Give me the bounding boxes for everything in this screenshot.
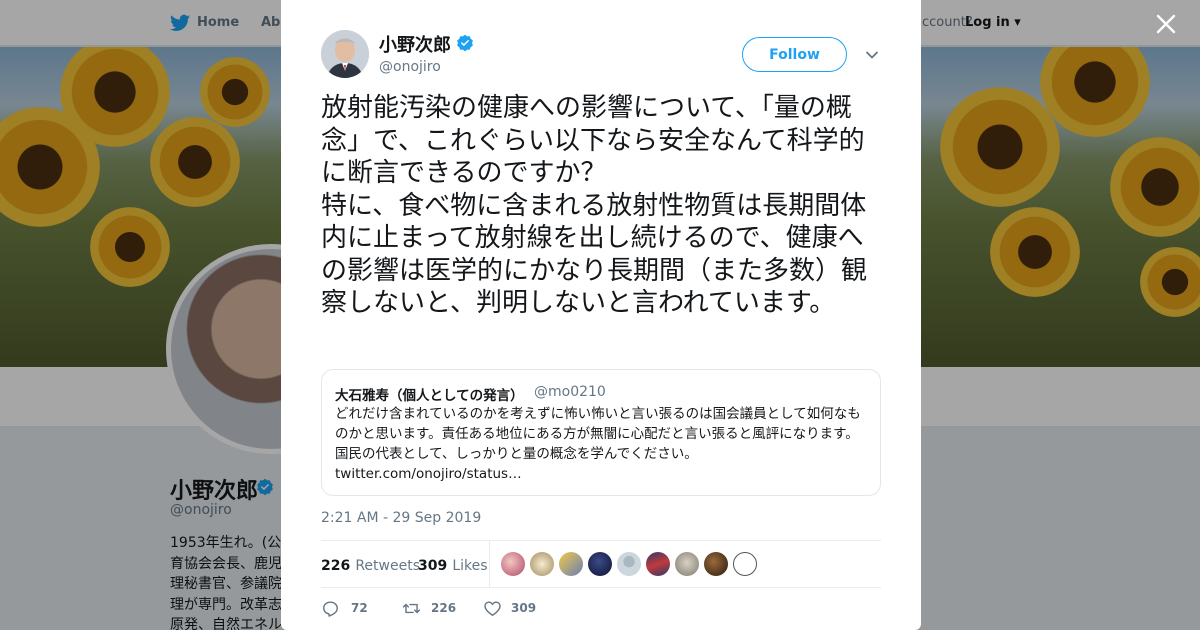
- reply-icon: [323, 601, 338, 617]
- quoted-tweet-text: どれだけ含まれているのかを考えずに怖い怖いと言い張るのは国会議員として如何なもの…: [335, 406, 861, 482]
- likes-label: Likes: [452, 558, 488, 574]
- liker-avatar[interactable]: [530, 552, 554, 576]
- quoted-tweet[interactable]: 大石雅寿（個人としての発言） @mo0210 どれだけ含まれているのかを考えずに…: [321, 369, 881, 496]
- tweet-timestamp[interactable]: 2:21 AM - 29 Sep 2019: [321, 510, 481, 526]
- verified-badge-icon: [457, 34, 473, 52]
- tweet-actions: 72 226 309: [321, 597, 881, 621]
- retweets-count: 226: [321, 558, 351, 574]
- liker-avatar[interactable]: [675, 552, 699, 576]
- reply-button[interactable]: 72: [321, 597, 371, 621]
- like-count: 309: [511, 601, 537, 615]
- author-name[interactable]: 小野次郎: [379, 31, 451, 57]
- retweets-stat[interactable]: 226 Retweets: [321, 555, 420, 574]
- heart-icon: [484, 601, 501, 616]
- retweet-icon: [402, 603, 421, 614]
- likes-count: 309: [418, 558, 448, 574]
- likes-stat[interactable]: 309 Likes: [418, 555, 488, 574]
- author-handle[interactable]: @onojiro: [379, 59, 441, 75]
- divider: [321, 587, 881, 588]
- retweet-button[interactable]: 226: [402, 597, 462, 621]
- quoted-author-name: 大石雅寿（個人としての発言）: [335, 388, 524, 404]
- follow-button[interactable]: Follow: [742, 37, 847, 72]
- retweets-label: Retweets: [355, 558, 420, 574]
- tweet-stats: 226 Retweets 309 Likes: [321, 541, 881, 587]
- stats-separator: [489, 541, 490, 587]
- quoted-author-handle: @mo0210: [534, 384, 606, 400]
- avatar-portrait: [321, 30, 369, 78]
- liker-avatar[interactable]: [646, 552, 670, 576]
- liker-avatar[interactable]: [704, 552, 728, 576]
- liker-avatar[interactable]: [501, 552, 525, 576]
- tweet-modal: 小野次郎 @onojiro Follow 放射能汚染の健康への影響について、「量…: [281, 0, 921, 630]
- author-avatar[interactable]: [321, 30, 369, 78]
- tweet-text: 放射能汚染の健康への影響について、「量の概念」で、これぐらい以下なら安全なんて科…: [321, 93, 868, 318]
- retweet-count: 226: [431, 601, 457, 615]
- like-button[interactable]: 309: [483, 597, 543, 621]
- chevron-down-icon[interactable]: [865, 48, 879, 62]
- close-icon[interactable]: [1154, 12, 1178, 36]
- liker-avatar[interactable]: [617, 552, 641, 576]
- liker-avatar[interactable]: [588, 552, 612, 576]
- reply-count: 72: [351, 601, 368, 615]
- liker-avatar[interactable]: [559, 552, 583, 576]
- liker-avatar[interactable]: [733, 552, 757, 576]
